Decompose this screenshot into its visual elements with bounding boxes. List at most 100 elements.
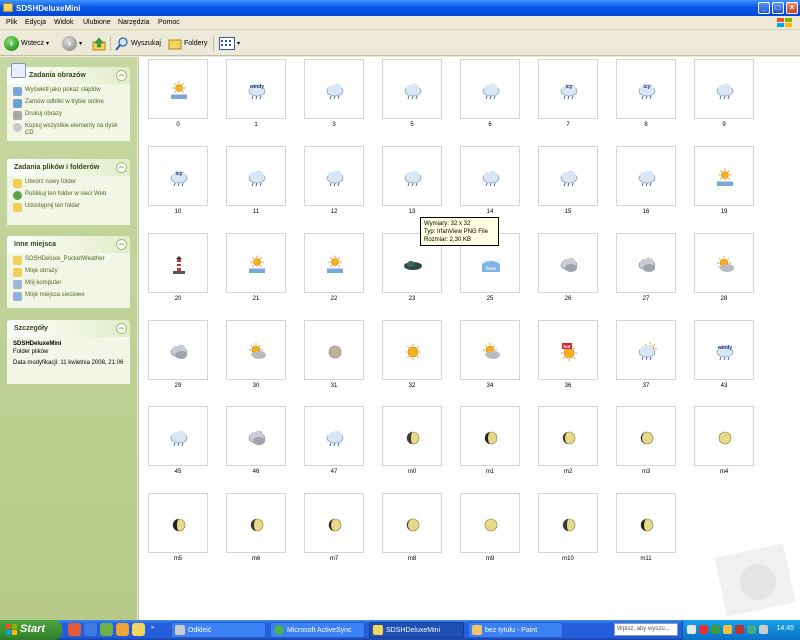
taskbar-button-odkleic[interactable]: Odkleić — [171, 622, 266, 638]
file-thumbnail[interactable] — [382, 406, 442, 466]
start-button[interactable]: Start — [0, 620, 62, 640]
file-thumbnail[interactable] — [382, 59, 442, 119]
file-thumbnail[interactable] — [616, 406, 676, 466]
panel-header[interactable]: Szczegóły ︽ — [7, 320, 130, 337]
file-thumbnail[interactable] — [382, 146, 442, 206]
tray-dropdown-icon[interactable] — [687, 625, 696, 634]
menu-file[interactable]: Plik — [6, 19, 17, 26]
close-button[interactable]: × — [786, 2, 798, 14]
task-new-folder[interactable]: Utwórz nowy folder — [13, 179, 124, 188]
tray-security-icon[interactable] — [723, 625, 732, 634]
quicklaunch-desktop-icon[interactable] — [100, 623, 113, 636]
file-thumbnail[interactable] — [304, 233, 364, 293]
menu-favorites[interactable]: Ulubione — [83, 19, 111, 26]
forward-button[interactable]: › ▾ — [62, 35, 82, 52]
collapse-icon[interactable]: ︽ — [116, 70, 127, 81]
search-button[interactable]: Wyszukaj — [115, 35, 161, 52]
file-thumbnail[interactable] — [694, 146, 754, 206]
back-button[interactable]: ‹ Wstecz ▾ — [4, 35, 49, 52]
file-thumbnail[interactable] — [304, 320, 364, 380]
taskbar-button-sdshdeluxemini[interactable]: SDSHDeluxeMini — [369, 622, 464, 638]
file-thumbnail[interactable] — [616, 233, 676, 293]
file-thumbnail[interactable] — [616, 493, 676, 553]
place-my-computer[interactable]: Mój komputer — [13, 280, 124, 289]
task-share-folder[interactable]: Udostępnij ten folder — [13, 203, 124, 212]
file-thumbnail[interactable]: hot — [538, 320, 598, 380]
minimize-button[interactable]: _ — [758, 2, 770, 14]
panel-header[interactable]: Zadania plików i folderów ︽ — [7, 159, 130, 176]
quicklaunch-firefox-icon[interactable] — [116, 623, 129, 636]
file-thumbnail[interactable]: icy — [148, 146, 208, 206]
file-thumbnail[interactable]: windy — [226, 59, 286, 119]
file-thumbnail[interactable]: windy — [694, 320, 754, 380]
tray-network-icon[interactable] — [711, 625, 720, 634]
file-thumbnail[interactable] — [304, 146, 364, 206]
menu-help[interactable]: Pomoc — [158, 19, 180, 26]
file-thumbnail[interactable] — [148, 493, 208, 553]
file-thumbnail[interactable] — [148, 406, 208, 466]
file-thumbnail[interactable] — [226, 493, 286, 553]
file-thumbnail[interactable] — [460, 320, 520, 380]
file-thumbnail[interactable] — [226, 320, 286, 380]
file-thumbnail[interactable] — [304, 406, 364, 466]
place-my-pictures[interactable]: Moje obrazy — [13, 268, 124, 277]
menu-edit[interactable]: Edycja — [25, 19, 46, 26]
file-thumbnail[interactable] — [226, 233, 286, 293]
file-thumbnail[interactable] — [538, 233, 598, 293]
maximize-button[interactable]: □ — [772, 2, 784, 14]
task-print[interactable]: Drukuj obrazy — [13, 111, 124, 120]
file-thumbnail[interactable] — [148, 59, 208, 119]
file-thumbnail[interactable] — [148, 320, 208, 380]
file-thumbnail[interactable] — [460, 406, 520, 466]
file-thumbnail[interactable] — [382, 493, 442, 553]
taskbar-search-input[interactable]: Wpisz, aby wyszu... — [614, 623, 678, 636]
views-button[interactable]: ▾ — [219, 35, 240, 52]
file-thumbnail[interactable]: icy — [616, 59, 676, 119]
menu-view[interactable]: Widok — [54, 19, 73, 26]
menu-tools[interactable]: Narzędzia — [118, 19, 150, 26]
taskbar-button-paint[interactable]: bez tytułu - Paint — [468, 622, 563, 638]
quicklaunch-folder-icon[interactable] — [132, 623, 145, 636]
file-thumbnail[interactable] — [694, 233, 754, 293]
quicklaunch-opera-icon[interactable] — [68, 623, 81, 636]
file-thumbnail[interactable] — [148, 233, 208, 293]
task-copy-cd[interactable]: Kopiuj wszystkie elementy na dysk CD — [13, 123, 124, 137]
place-network[interactable]: Moje miejsca sieciowe — [13, 292, 124, 301]
tray-k-icon[interactable] — [735, 625, 744, 634]
task-publish-web[interactable]: Publikuj ten folder w sieci Web — [13, 191, 124, 200]
file-thumbnail[interactable] — [382, 320, 442, 380]
file-thumbnail[interactable] — [460, 493, 520, 553]
file-thumbnail[interactable] — [538, 146, 598, 206]
file-thumbnail[interactable] — [694, 59, 754, 119]
quicklaunch-expand-icon[interactable]: » — [151, 625, 154, 631]
task-order-prints[interactable]: Zamów odbitki w trybie online — [13, 99, 124, 108]
up-folder-button[interactable] — [92, 35, 106, 52]
file-view[interactable]: 0 windy 1 3 5 6 icy 7 icy 8 9 icy 10 11 12 13 14 15 16 19 20… — [138, 57, 800, 620]
file-thumbnail[interactable]: icy — [538, 59, 598, 119]
tray-sync-icon[interactable] — [747, 625, 756, 634]
file-thumbnail[interactable] — [226, 146, 286, 206]
quicklaunch-ie-icon[interactable] — [84, 623, 97, 636]
tray-volume-icon[interactable] — [759, 625, 768, 634]
panel-header[interactable]: Inne miejsca ︽ — [7, 236, 130, 253]
partly-sunny-icon — [717, 256, 734, 272]
collapse-icon[interactable]: ︽ — [116, 239, 127, 250]
file-thumbnail[interactable] — [226, 406, 286, 466]
file-thumbnail[interactable] — [460, 59, 520, 119]
task-slideshow[interactable]: Wyświetl jako pokaz slajdów — [13, 87, 124, 96]
folders-button[interactable]: Foldery — [168, 35, 207, 52]
collapse-icon[interactable]: ︽ — [116, 323, 127, 334]
file-thumbnail[interactable] — [460, 146, 520, 206]
collapse-icon[interactable]: ︽ — [116, 162, 127, 173]
file-thumbnail[interactable] — [304, 59, 364, 119]
title-bar[interactable]: SDSHDeluxeMini _ □ × — [0, 0, 800, 16]
file-thumbnail[interactable] — [538, 406, 598, 466]
place-pocketweather[interactable]: SDSHDeluxe_PocketWeather — [13, 256, 124, 265]
tray-antivirus-icon[interactable] — [699, 625, 708, 634]
file-thumbnail[interactable] — [538, 493, 598, 553]
file-thumbnail[interactable] — [304, 493, 364, 553]
file-thumbnail[interactable] — [616, 146, 676, 206]
file-thumbnail[interactable] — [616, 320, 676, 380]
file-thumbnail[interactable] — [694, 406, 754, 466]
taskbar-button-activesync[interactable]: Microsoft ActiveSync — [270, 622, 365, 638]
